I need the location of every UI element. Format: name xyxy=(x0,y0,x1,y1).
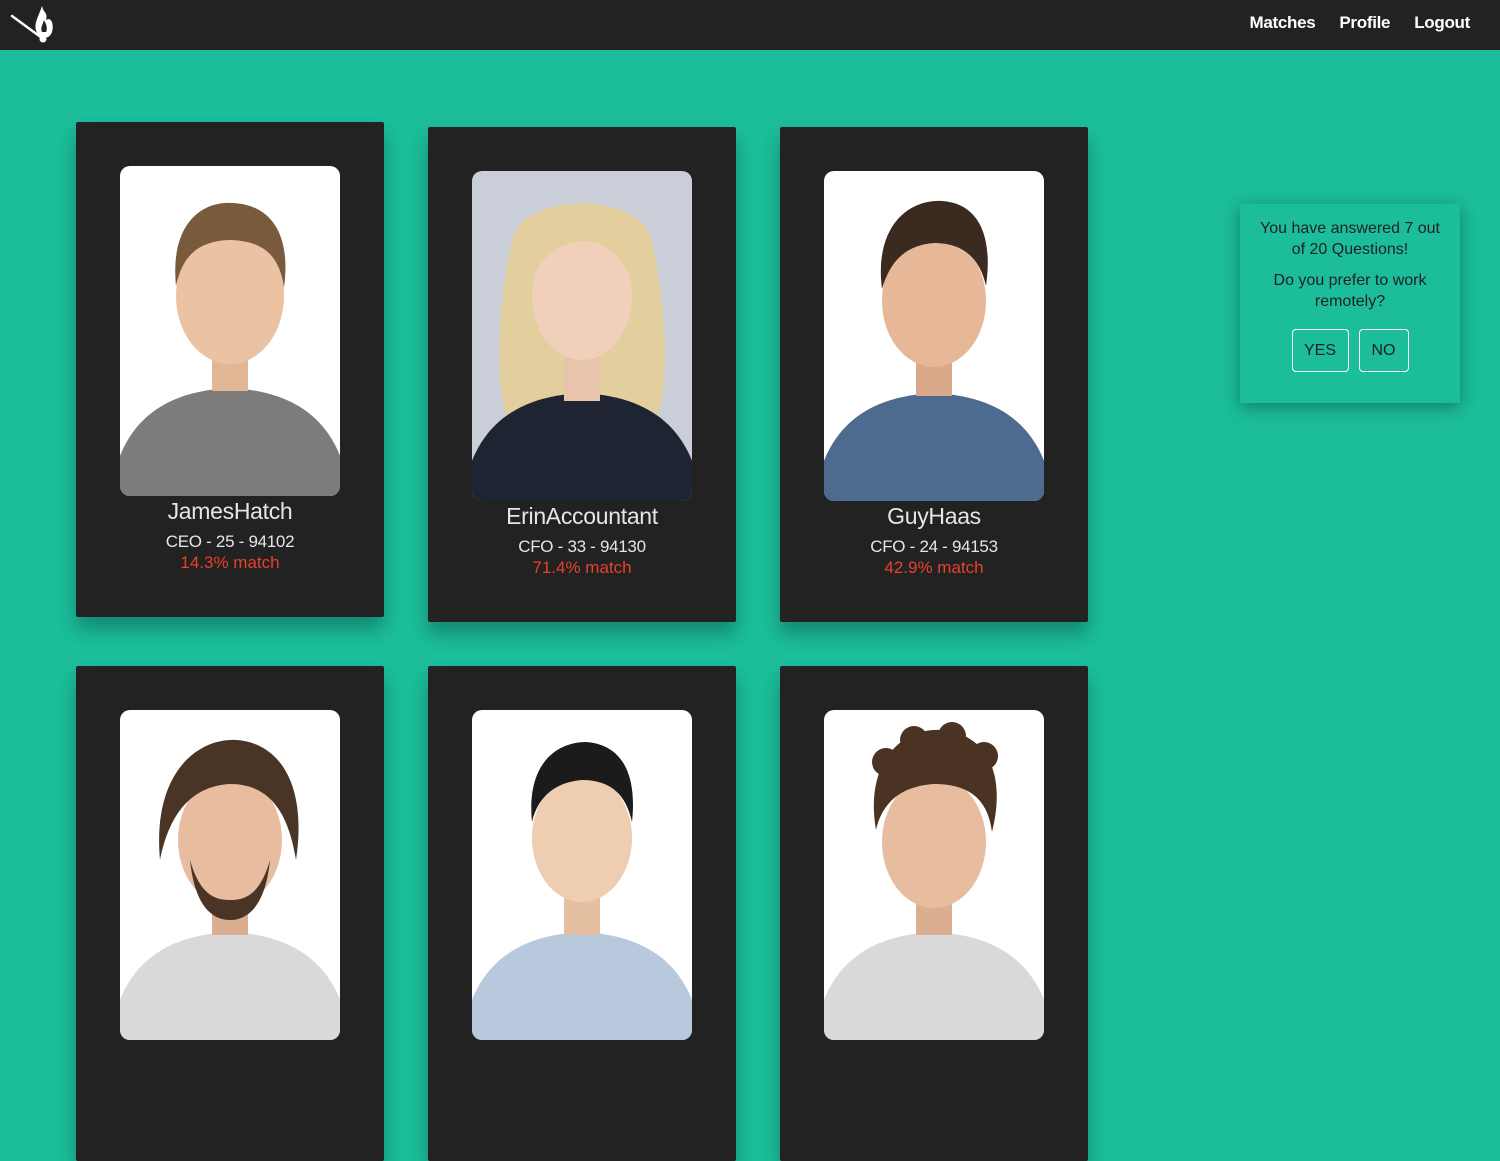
profile-photo xyxy=(824,710,1044,1040)
profile-card[interactable]: JamesHatch CEO - 25 - 94102 14.3% match xyxy=(76,122,384,617)
profile-card[interactable]: GuyHaas CFO - 24 - 94153 42.9% match xyxy=(780,127,1088,622)
nav-logout-link[interactable]: Logout xyxy=(1414,13,1470,33)
profile-photo xyxy=(824,171,1044,501)
match-flame-logo-icon[interactable] xyxy=(8,2,58,46)
person-avatar-icon xyxy=(824,710,1044,1040)
profile-name: JamesHatch xyxy=(167,498,293,524)
match-percentage: 14.3% match xyxy=(180,553,280,572)
person-avatar-icon xyxy=(120,710,340,1040)
profile-details: CFO - 24 - 94153 xyxy=(870,537,998,556)
profile-card[interactable] xyxy=(780,666,1088,1161)
profile-name: ErinAccountant xyxy=(506,503,658,529)
profile-photo xyxy=(472,171,692,501)
profile-card[interactable]: ErinAccountant CFO - 33 - 94130 71.4% ma… xyxy=(428,127,736,622)
profile-card[interactable] xyxy=(428,666,736,1161)
question-progress: You have answered 7 out of 20 Questions! xyxy=(1260,220,1440,258)
nav-profile-link[interactable]: Profile xyxy=(1339,13,1390,33)
person-avatar-icon xyxy=(472,710,692,1040)
nav-matches-link[interactable]: Matches xyxy=(1249,13,1315,33)
profile-photo xyxy=(120,710,340,1040)
person-avatar-icon xyxy=(824,171,1044,501)
match-percentage: 71.4% match xyxy=(532,558,632,577)
profile-name: GuyHaas xyxy=(887,503,981,529)
question-text: Do you prefer to work remotely? xyxy=(1273,272,1427,310)
no-button[interactable]: NO xyxy=(1358,329,1409,372)
match-percentage: 42.9% match xyxy=(884,558,984,577)
profile-details: CFO - 33 - 94130 xyxy=(518,537,646,556)
yes-button[interactable]: YES xyxy=(1291,329,1349,372)
navbar: Matches Profile Logout xyxy=(0,0,1500,50)
profile-photo xyxy=(472,710,692,1040)
answer-buttons: YES NO xyxy=(1240,329,1460,372)
person-avatar-icon xyxy=(472,171,692,501)
nav-links: Matches Profile Logout xyxy=(1249,0,1470,46)
profile-card[interactable] xyxy=(76,666,384,1161)
profile-photo xyxy=(120,166,340,496)
person-avatar-icon xyxy=(120,166,340,496)
question-panel: You have answered 7 out of 20 Questions!… xyxy=(1240,204,1460,403)
profile-details: CEO - 25 - 94102 xyxy=(165,532,295,551)
